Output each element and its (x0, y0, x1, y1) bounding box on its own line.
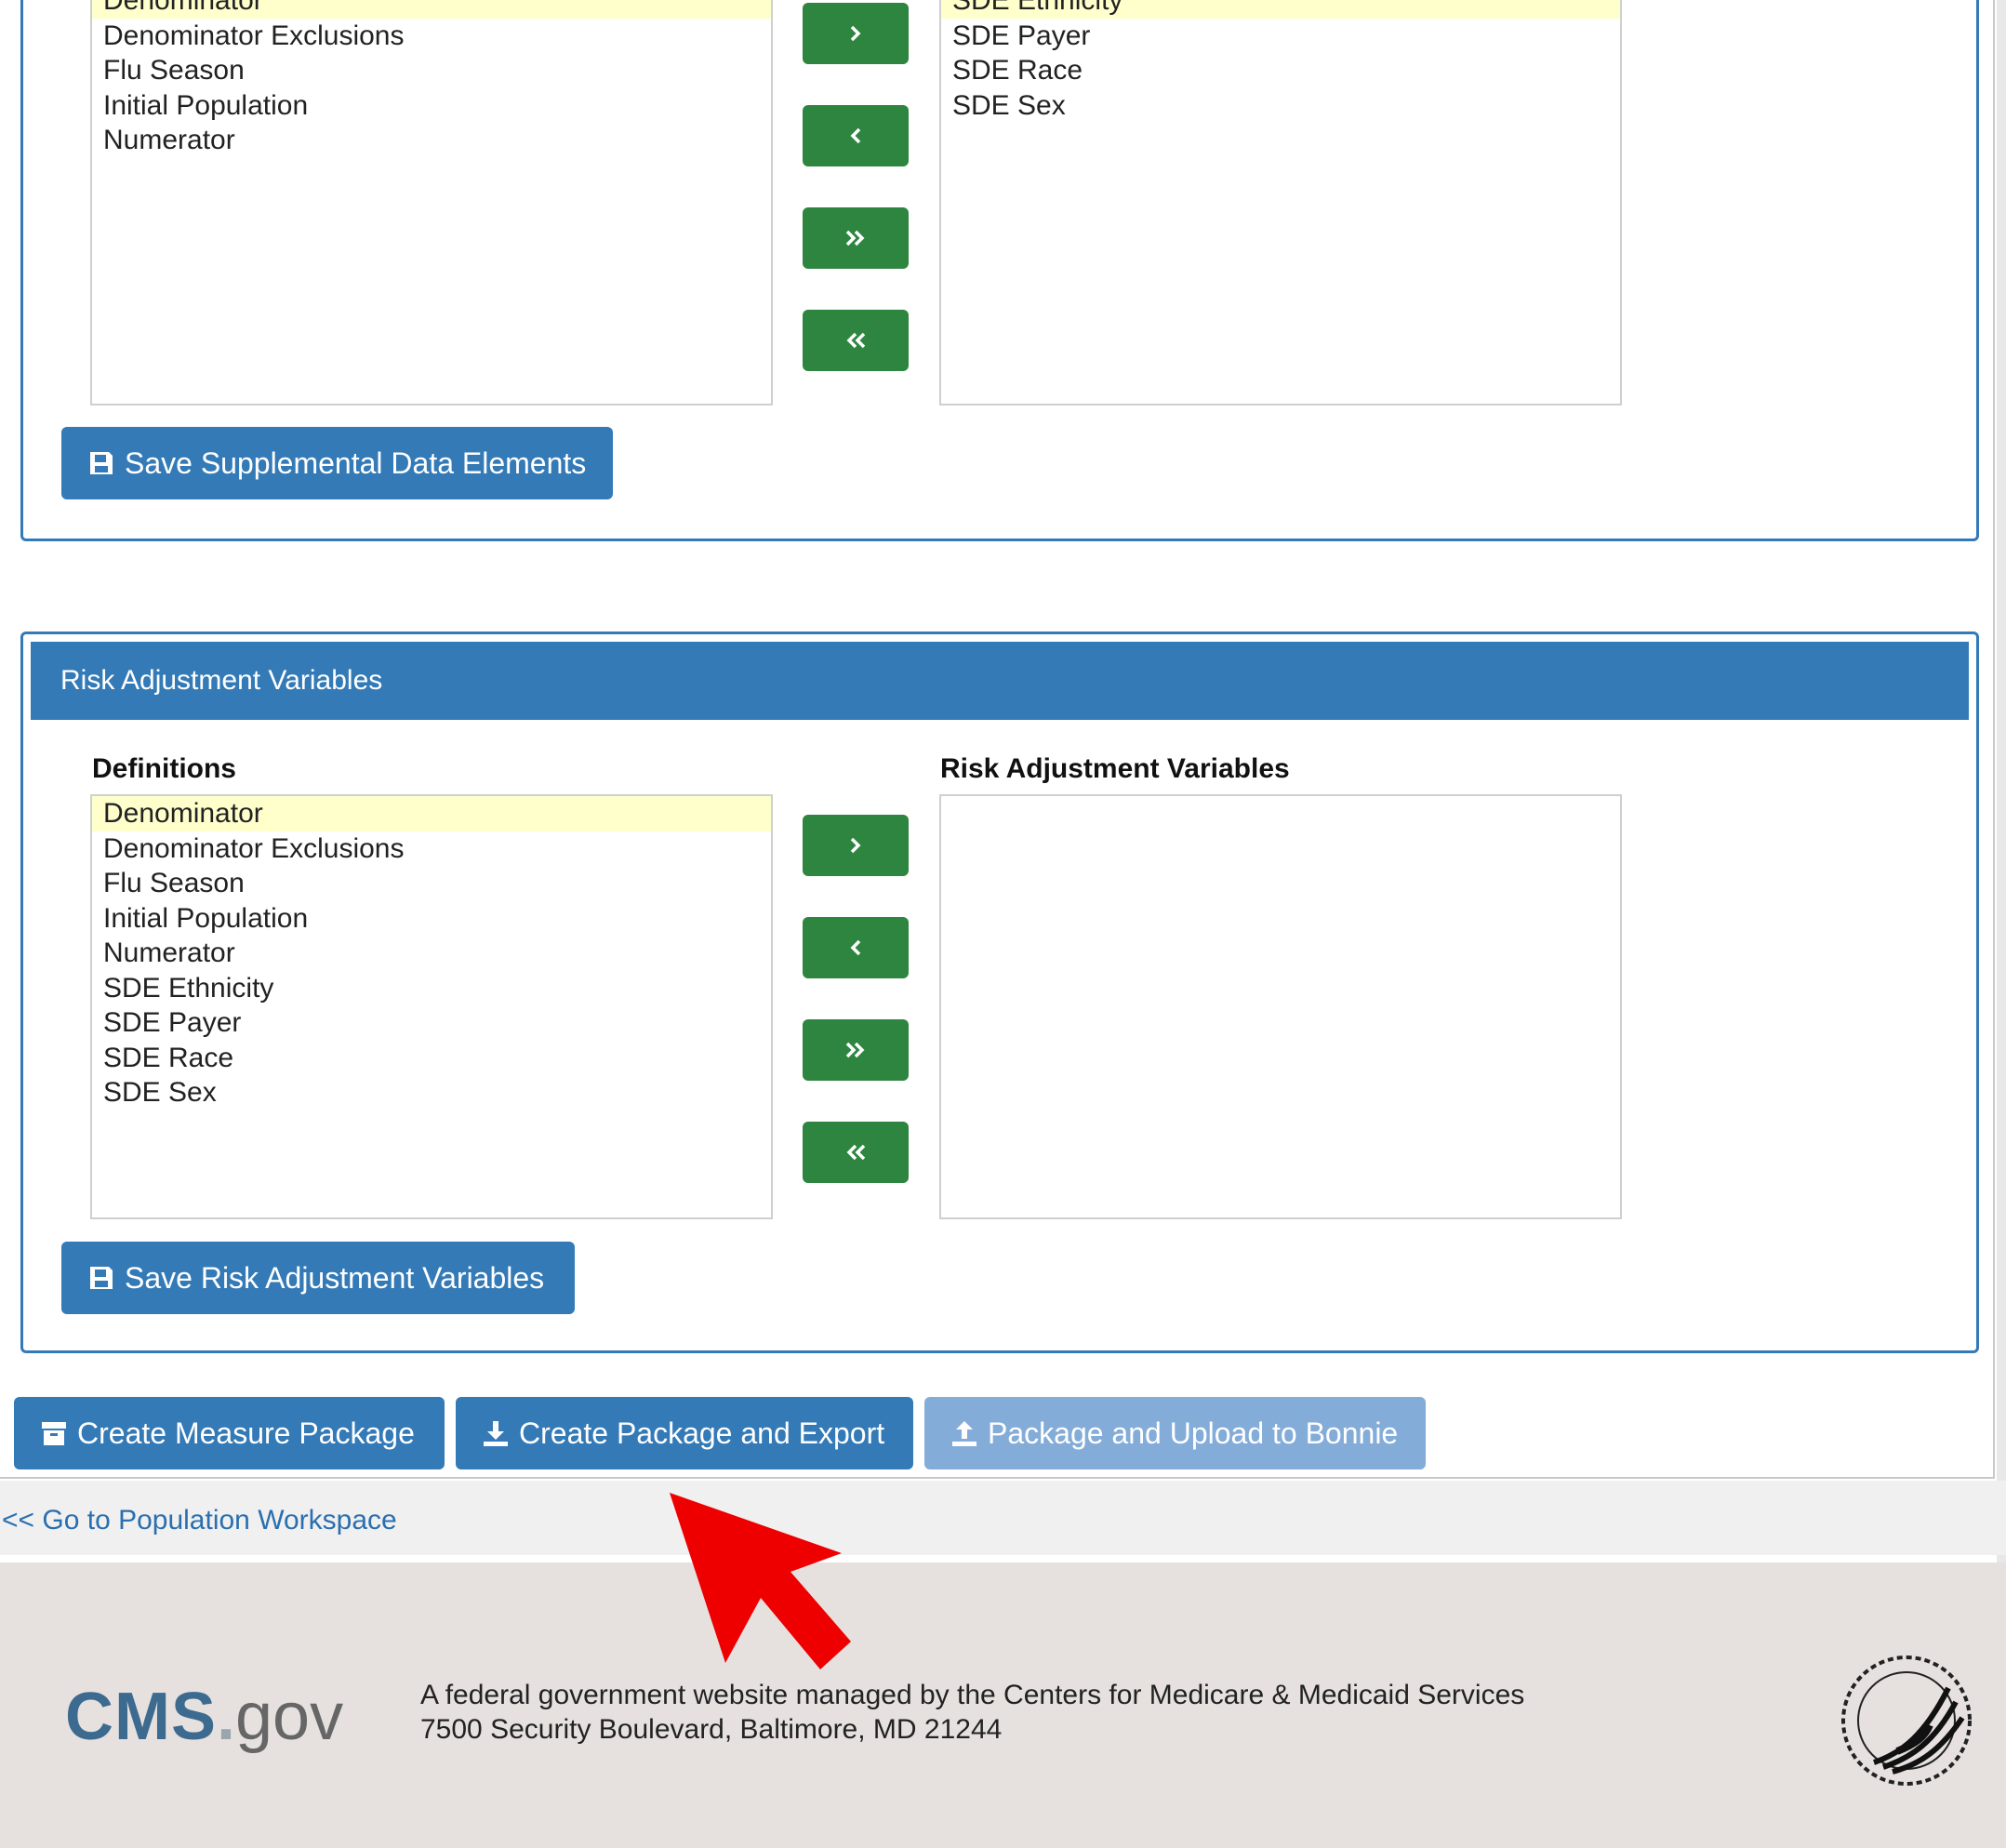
chevron-left-icon (850, 939, 861, 956)
archive-box-icon (42, 1422, 66, 1445)
list-item[interactable]: SDE Ethnicity (92, 971, 771, 1006)
logo-dot-text: . (217, 1680, 236, 1754)
risk-variables-listbox[interactable] (939, 794, 1622, 1219)
floppy-disk-icon (90, 452, 113, 474)
list-item[interactable]: SDE Race (92, 1041, 771, 1076)
list-item[interactable]: SDE Sex (941, 88, 1620, 124)
logo-gov-text: gov (235, 1680, 344, 1754)
risk-move-all-left-button[interactable] (803, 1122, 909, 1183)
panel-heading: Risk Adjustment Variables (31, 642, 1969, 720)
risk-move-right-button[interactable] (803, 815, 909, 876)
supplemental-selected-listbox[interactable]: SDE Ethnicity SDE Payer SDE Race SDE Sex (939, 0, 1622, 405)
logo-cms-text: CMS (65, 1680, 217, 1754)
create-package-export-button[interactable]: Create Package and Export (456, 1397, 913, 1469)
chevron-right-icon (850, 837, 861, 854)
list-item[interactable]: Initial Population (92, 901, 771, 937)
list-item[interactable]: SDE Race (941, 53, 1620, 88)
save-risk-adjustment-label: Save Risk Adjustment Variables (125, 1260, 545, 1295)
supplemental-move-all-right-button[interactable] (803, 207, 909, 269)
risk-move-left-button[interactable] (803, 917, 909, 978)
footer-managed-by-text: A federal government website managed by … (420, 1680, 1525, 1710)
risk-variables-label: Risk Adjustment Variables (940, 753, 1290, 784)
list-item[interactable]: SDE Ethnicity (941, 0, 1620, 19)
list-item[interactable]: Numerator (92, 123, 771, 158)
upload-icon (952, 1421, 976, 1446)
package-upload-bonnie-label: Package and Upload to Bonnie (988, 1416, 1399, 1450)
list-item[interactable]: SDE Payer (941, 19, 1620, 54)
list-item[interactable]: Denominator Exclusions (92, 831, 771, 867)
page-scrollbar-track[interactable] (1997, 0, 2006, 1562)
list-item[interactable]: Denominator Exclusions (92, 19, 771, 54)
create-measure-package-label: Create Measure Package (77, 1416, 415, 1450)
list-item[interactable]: Denominator (92, 0, 771, 19)
risk-definitions-listbox[interactable]: Denominator Denominator Exclusions Flu S… (90, 794, 773, 1219)
list-item[interactable]: Flu Season (92, 53, 771, 88)
create-measure-package-button[interactable]: Create Measure Package (14, 1397, 445, 1469)
list-item[interactable]: Numerator (92, 936, 771, 971)
list-item[interactable]: SDE Sex (92, 1075, 771, 1110)
double-chevron-right-icon (845, 1042, 865, 1058)
create-package-export-label: Create Package and Export (519, 1416, 885, 1450)
supplemental-move-left-button[interactable] (803, 105, 909, 166)
cms-gov-logo[interactable]: CMS.gov (65, 1683, 343, 1750)
chevron-right-icon (850, 25, 861, 42)
save-supplemental-button[interactable]: Save Supplemental Data Elements (61, 427, 613, 499)
floppy-disk-icon (90, 1267, 113, 1289)
double-chevron-right-icon (845, 230, 865, 246)
hhs-seal-icon (1841, 1655, 1972, 1786)
supplemental-move-right-button[interactable] (803, 3, 909, 64)
package-upload-bonnie-button[interactable]: Package and Upload to Bonnie (924, 1397, 1426, 1469)
download-icon (484, 1421, 508, 1446)
chevron-left-icon (850, 127, 861, 144)
list-item[interactable]: Initial Population (92, 88, 771, 124)
save-supplemental-label: Save Supplemental Data Elements (125, 445, 587, 480)
supplemental-move-all-left-button[interactable] (803, 310, 909, 371)
risk-move-all-right-button[interactable] (803, 1019, 909, 1081)
list-item[interactable]: Flu Season (92, 866, 771, 901)
list-item[interactable]: SDE Payer (92, 1005, 771, 1041)
double-chevron-left-icon (846, 1144, 866, 1161)
double-chevron-left-icon (846, 332, 866, 349)
list-item[interactable]: Denominator (92, 796, 771, 831)
supplemental-definitions-listbox[interactable]: Denominator Denominator Exclusions Flu S… (90, 0, 773, 405)
save-risk-adjustment-button[interactable]: Save Risk Adjustment Variables (61, 1242, 575, 1314)
definitions-label: Definitions (92, 753, 236, 784)
go-to-population-workspace-link[interactable]: << Go to Population Workspace (2, 1505, 397, 1536)
footer-address-text: 7500 Security Boulevard, Baltimore, MD 2… (420, 1714, 1003, 1745)
